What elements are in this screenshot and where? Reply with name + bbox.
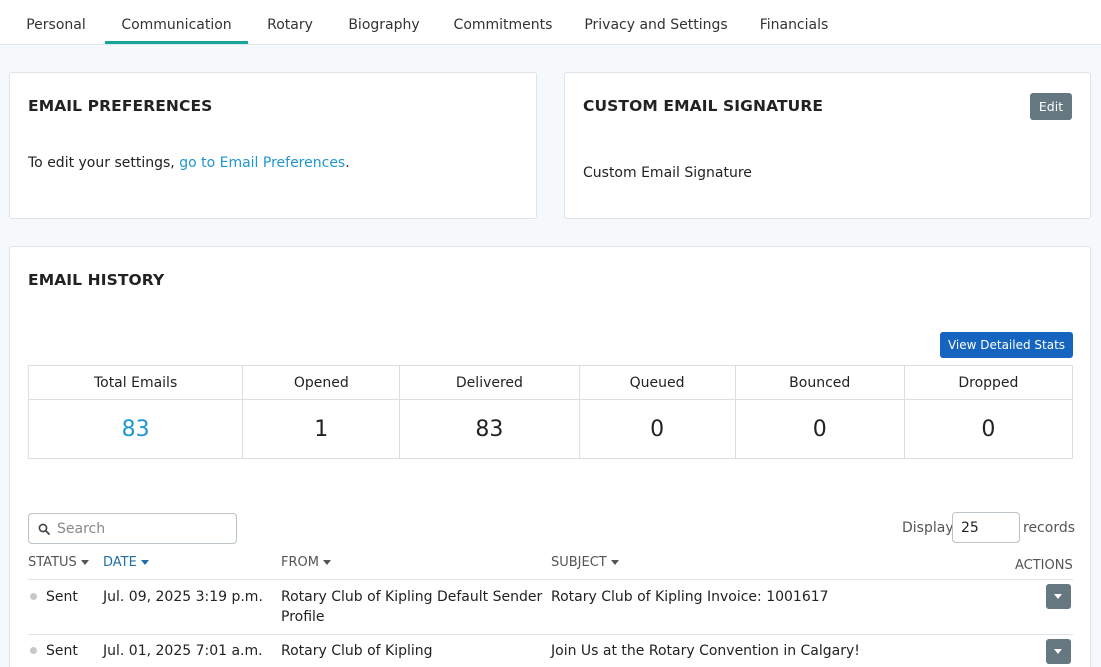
tab-privacy-settings[interactable]: Privacy and Settings (580, 0, 732, 44)
stat-value-delivered: 83 (399, 399, 580, 459)
stat-label-opened: Opened (242, 364, 401, 401)
sort-caret-icon (140, 560, 149, 565)
column-actions: ACTIONS (1015, 558, 1073, 573)
chevron-down-icon (1054, 649, 1062, 654)
row-divider (28, 634, 1073, 635)
column-subject-label: SUBJECT (551, 555, 607, 570)
tab-rotary[interactable]: Rotary (258, 0, 322, 44)
row-actions-dropdown-button[interactable] (1046, 584, 1071, 609)
column-from-label: FROM (281, 555, 319, 570)
email-preferences-text: To edit your settings, go to Email Prefe… (28, 155, 350, 171)
email-stats-table: Total Emails Opened Delivered Queued Bou… (27, 364, 1074, 459)
stat-label-queued: Queued (578, 364, 736, 401)
email-preferences-title: EMAIL PREFERENCES (28, 97, 213, 115)
sort-caret-icon (610, 560, 619, 565)
sort-caret-icon (80, 560, 89, 565)
status-dot-icon (30, 593, 37, 600)
stat-value-dropped: 0 (903, 399, 1074, 459)
row-subject: Rotary Club of Kipling Invoice: 1001617 (551, 589, 829, 605)
email-preferences-prefix: To edit your settings, (28, 155, 180, 171)
email-preferences-card: EMAIL PREFERENCES To edit your settings,… (9, 72, 537, 219)
column-status[interactable]: STATUS (28, 555, 89, 570)
signature-body: Custom Email Signature (583, 165, 752, 181)
stat-value-bounced: 0 (734, 399, 905, 459)
column-from[interactable]: FROM (281, 555, 331, 570)
row-actions-dropdown-button[interactable] (1046, 639, 1071, 664)
stat-value-total[interactable]: 83 (27, 399, 244, 459)
status-dot-icon (30, 647, 37, 654)
email-history-card: EMAIL HISTORY View Detailed Stats Total … (9, 246, 1091, 667)
tab-commitments[interactable]: Commitments (447, 0, 559, 44)
display-label: Display (902, 520, 954, 536)
tab-personal[interactable]: Personal (18, 0, 94, 44)
tab-communication[interactable]: Communication (105, 0, 248, 44)
row-from: Rotary Club of Kipling (281, 643, 433, 659)
email-preferences-link[interactable]: go to Email Preferences (179, 155, 345, 171)
row-date: Jul. 01, 2025 7:01 a.m. (103, 643, 263, 659)
view-detailed-stats-button[interactable]: View Detailed Stats (940, 332, 1073, 358)
row-status: Sent (46, 643, 78, 659)
custom-signature-title: CUSTOM EMAIL SIGNATURE (583, 97, 824, 115)
tab-financials[interactable]: Financials (752, 0, 836, 44)
row-subject: Join Us at the Rotary Convention in Calg… (551, 643, 860, 659)
stat-label-delivered: Delivered (399, 364, 580, 401)
column-status-label: STATUS (28, 555, 77, 570)
row-date: Jul. 09, 2025 3:19 p.m. (103, 589, 263, 605)
email-history-title: EMAIL HISTORY (28, 271, 165, 289)
email-preferences-suffix: . (345, 155, 350, 171)
records-per-page-input[interactable] (952, 512, 1020, 543)
column-subject[interactable]: SUBJECT (551, 555, 619, 570)
search-icon (38, 523, 50, 535)
tab-biography[interactable]: Biography (340, 0, 428, 44)
row-status: Sent (46, 589, 78, 605)
row-from: Rotary Club of Kipling Default Sender Pr… (281, 589, 543, 625)
chevron-down-icon (1054, 594, 1062, 599)
custom-signature-card: CUSTOM EMAIL SIGNATURE Edit Custom Email… (564, 72, 1091, 219)
stat-value-opened: 1 (242, 399, 401, 459)
column-date[interactable]: DATE (103, 555, 149, 570)
stat-value-queued: 0 (578, 399, 736, 459)
edit-signature-button[interactable]: Edit (1030, 93, 1072, 120)
header-divider (28, 579, 1073, 580)
stat-label-total: Total Emails (27, 364, 244, 401)
search-input[interactable] (57, 519, 227, 539)
column-date-label: DATE (103, 555, 137, 570)
stat-label-bounced: Bounced (734, 364, 905, 401)
stat-label-dropped: Dropped (903, 364, 1074, 401)
profile-tabs: Personal Communication Rotary Biography … (0, 0, 1101, 45)
records-label: records (1023, 520, 1076, 536)
search-box (28, 513, 237, 544)
sort-caret-icon (322, 560, 331, 565)
